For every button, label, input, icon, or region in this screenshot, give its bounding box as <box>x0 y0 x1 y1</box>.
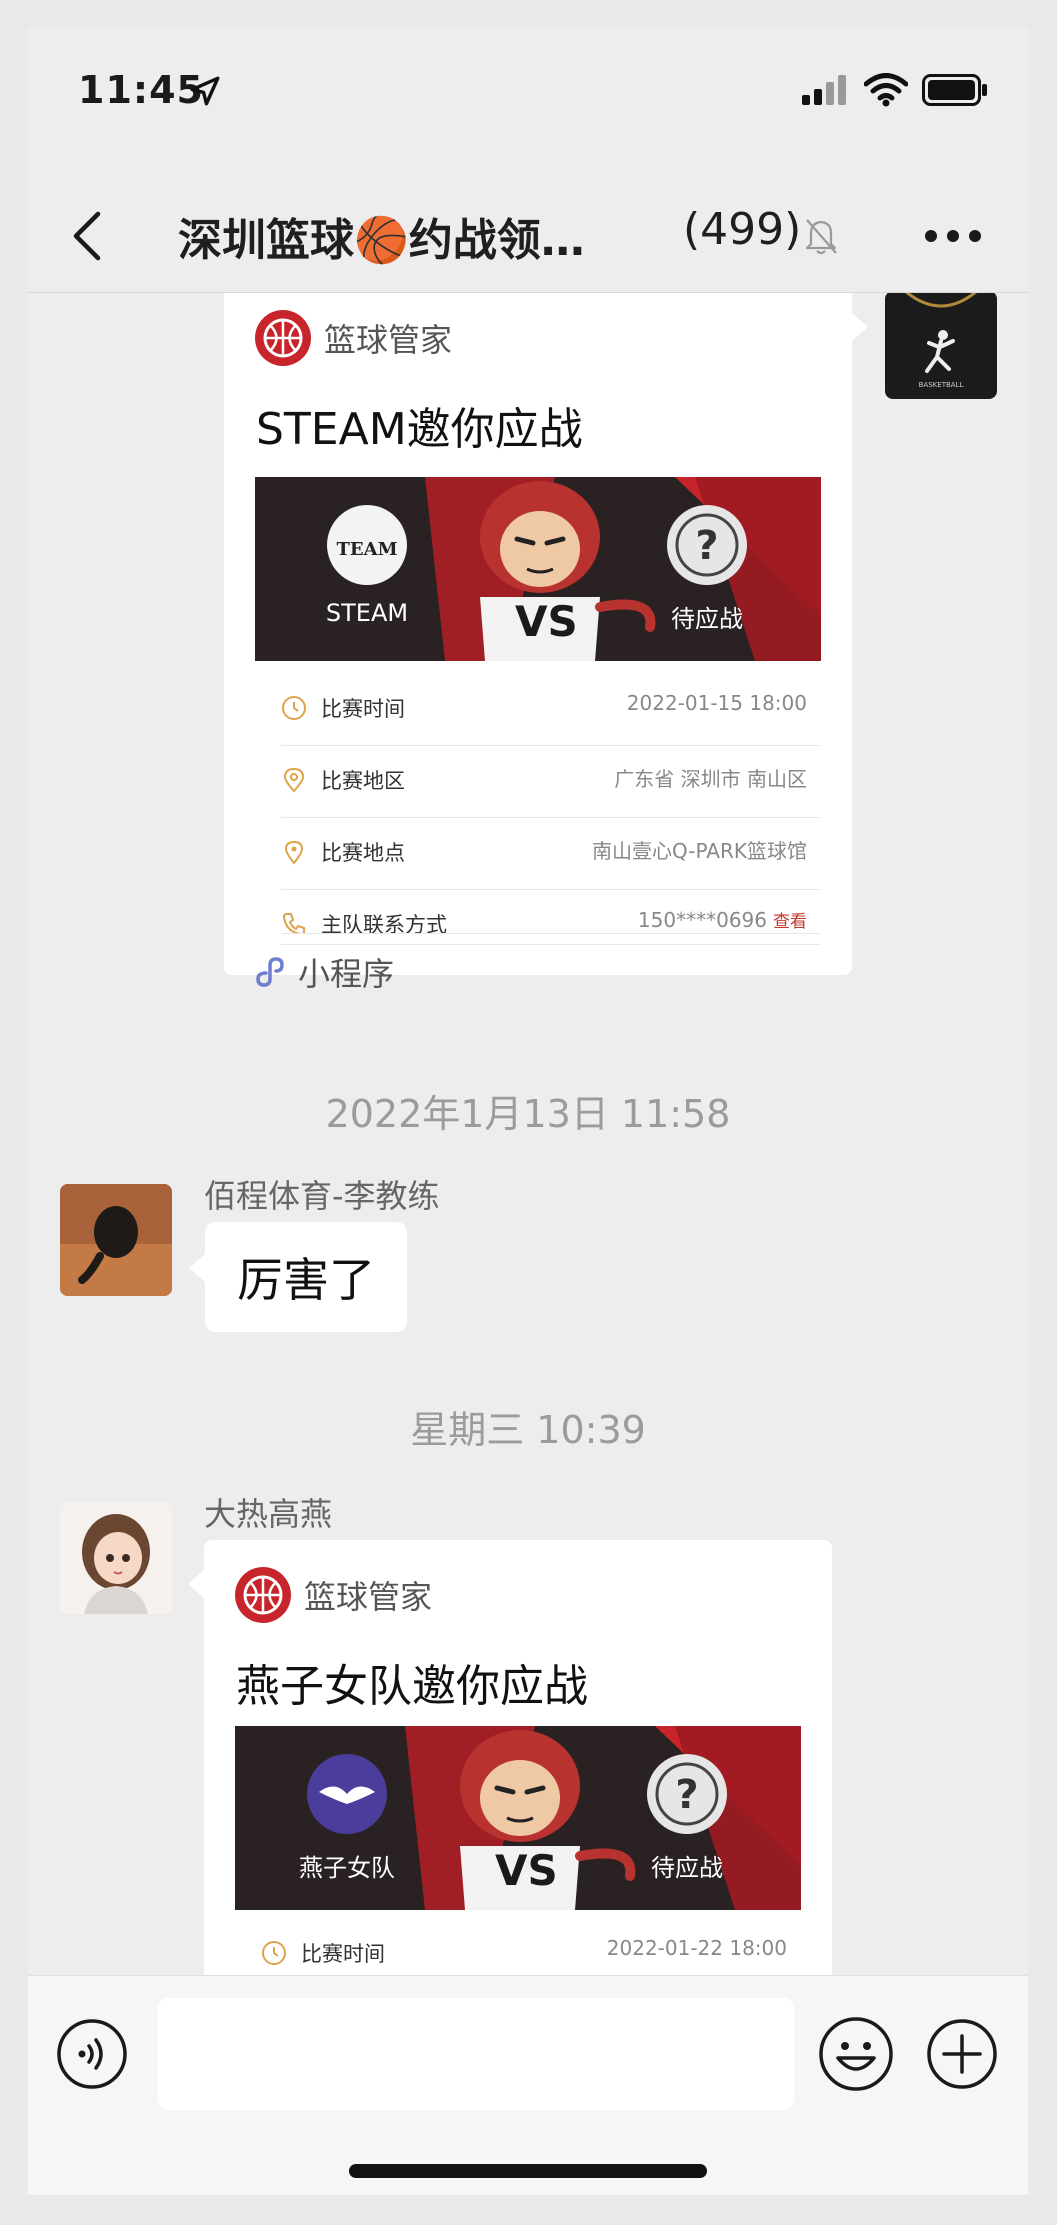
info-row-region: 比赛地区 广东省 深圳市 南山区 <box>281 745 821 818</box>
info-label: 比赛时间 <box>321 697 405 721</box>
sender-name: 大热高燕 <box>204 1495 333 1533</box>
info-label: 比赛时间 <box>301 1942 385 1966</box>
add-more-icon[interactable] <box>926 2018 998 2090</box>
basketball-manager-logo-icon <box>235 1567 291 1623</box>
home-team-name: 燕子女队 <box>299 1854 395 1882</box>
mini-program-card[interactable]: 篮球管家 燕子女队邀你应战 ? 燕子女队 VS 待应战 比赛时间 2022-01… <box>188 1540 832 1975</box>
home-indicator[interactable] <box>349 2164 707 2178</box>
message-list[interactable]: BASKETBALL 篮球管家 STEAM邀你应战 ? TEAM STEAM V… <box>28 293 1028 1975</box>
away-team-name: 待应战 <box>651 1854 723 1882</box>
avatar-photo <box>60 1184 172 1296</box>
vs-label: VS <box>515 597 578 646</box>
info-value: 2022-01-22 18:00 <box>606 1936 787 1960</box>
status-time: 11:45 <box>78 68 204 112</box>
sender-name: 佰程体育-李教练 <box>204 1177 440 1215</box>
card-divider <box>281 944 821 945</box>
map-pin-icon <box>283 767 305 793</box>
mini-program-label: 小程序 <box>298 955 395 993</box>
card-title: STEAM邀你应战 <box>256 404 583 455</box>
info-label: 比赛地区 <box>321 769 405 793</box>
sender-avatar[interactable] <box>60 1502 172 1614</box>
avatar-photo <box>60 1502 172 1614</box>
voice-input-icon[interactable] <box>56 2018 128 2090</box>
info-row-time: 比赛时间 2022-01-15 18:00 <box>281 673 821 746</box>
emoji-icon[interactable] <box>818 2016 894 2092</box>
svg-text:BASKETBALL: BASKETBALL <box>919 381 964 389</box>
clock-icon <box>262 1941 286 1965</box>
nav-bar: 深圳篮球🏀约战领… (499) <box>28 168 1028 293</box>
home-team-name: STEAM <box>325 599 409 627</box>
info-value: 南山壹心Q-PARK篮球馆 <box>592 839 807 863</box>
phone-icon <box>282 913 305 933</box>
cellular-signal-icon <box>802 75 846 105</box>
contact-phone: 150****0696 <box>637 908 767 932</box>
battery-icon <box>922 74 987 106</box>
info-label: 比赛地点 <box>321 841 405 865</box>
away-team-name: 待应战 <box>671 605 743 633</box>
card-app-name: 篮球管家 <box>304 1578 433 1616</box>
text-bubble[interactable]: 厉害了 <box>189 1222 407 1332</box>
mini-program-footer: 小程序 <box>252 949 394 995</box>
back-icon[interactable] <box>68 210 108 262</box>
card-app-name: 篮球管家 <box>324 321 453 359</box>
info-row-venue: 比赛地点 南山壹心Q-PARK篮球馆 <box>281 817 821 890</box>
info-label: 主队联系方式 <box>321 913 447 934</box>
my-avatar[interactable]: BASKETBALL <box>885 293 997 399</box>
wifi-icon <box>864 73 908 107</box>
message-timestamp: 星期三 10:39 <box>410 1408 646 1452</box>
clock-icon <box>282 696 306 720</box>
chat-screen: 11:45 深圳篮球🏀约战领… (499) BASKETBALL 篮球管家 ST… <box>28 28 1028 2195</box>
info-value: 2022-01-15 18:00 <box>626 691 807 715</box>
card-app-header: 篮球管家 <box>234 1566 432 1624</box>
basketball-manager-logo-icon <box>255 310 311 366</box>
mini-program-icon <box>256 957 284 987</box>
info-value: 150****0696 查看 <box>638 907 807 932</box>
card-app-header: 篮球管家 <box>254 309 452 367</box>
svg-text:?: ? <box>695 523 718 569</box>
svg-text:TEAM: TEAM <box>336 539 397 560</box>
message-timestamp: 2022年1月13日 11:58 <box>325 1092 731 1136</box>
card-title: 燕子女队邀你应战 <box>236 1661 588 1712</box>
jumpman-logo-icon: BASKETBALL <box>905 293 977 389</box>
input-bar <box>28 1975 1028 2195</box>
location-pin-icon <box>284 840 304 865</box>
match-banner: ? 燕子女队 VS 待应战 <box>235 1726 801 1910</box>
view-contact-link[interactable]: 查看 <box>773 912 807 932</box>
vs-label: VS <box>495 1846 558 1895</box>
svg-text:?: ? <box>675 1772 698 1818</box>
info-row-time: 比赛时间 2022-01-22 18:00 <box>261 1918 801 1975</box>
location-arrow-icon <box>190 76 220 106</box>
mini-program-card[interactable]: 篮球管家 STEAM邀你应战 ? TEAM STEAM VS 待应战 比赛时间 … <box>224 293 868 993</box>
chat-title: 深圳篮球🏀约战领… <box>178 215 585 266</box>
more-options-icon[interactable] <box>923 228 983 244</box>
mute-bell-icon <box>805 219 837 255</box>
message-input[interactable] <box>158 1998 794 2110</box>
info-value: 广东省 深圳市 南山区 <box>614 767 807 791</box>
member-count: (499) <box>683 204 802 255</box>
sender-avatar[interactable] <box>60 1184 172 1296</box>
status-indicators <box>802 73 988 107</box>
info-row-contact: 主队联系方式 150****0696 查看 <box>281 889 821 934</box>
match-banner: ? TEAM STEAM VS 待应战 <box>255 477 821 661</box>
